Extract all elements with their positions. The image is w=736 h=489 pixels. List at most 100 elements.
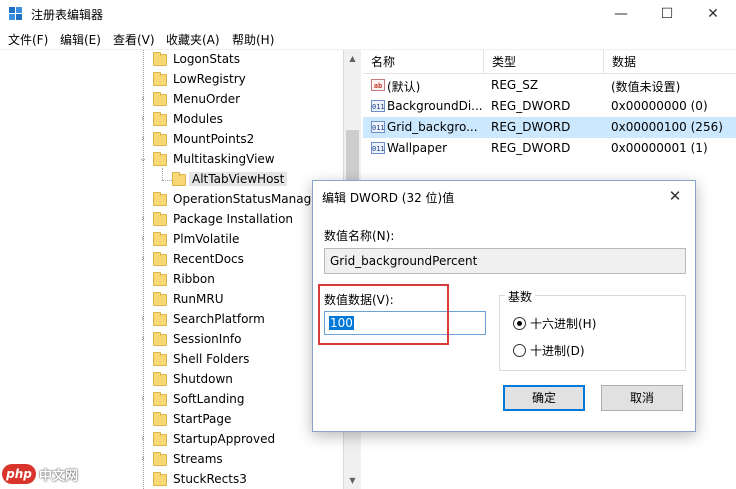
tree-item-label: AltTabViewHost bbox=[189, 172, 288, 186]
tree-item[interactable]: Ribbon bbox=[0, 270, 343, 290]
value-data: (数值未设置) bbox=[611, 80, 681, 94]
folder-icon bbox=[153, 72, 167, 86]
expand-icon bbox=[138, 373, 148, 385]
tree-item-label: StuckRects3 bbox=[173, 472, 247, 486]
tree-item[interactable]: › MenuOrder bbox=[0, 90, 343, 110]
expand-icon[interactable]: › bbox=[138, 213, 148, 225]
close-button[interactable]: ✕ bbox=[690, 0, 736, 28]
maximize-button[interactable]: ☐ bbox=[644, 0, 690, 28]
column-header-data[interactable]: 数据 bbox=[604, 50, 736, 74]
minimize-icon: — bbox=[614, 6, 628, 22]
tree-item[interactable]: › Package Installation bbox=[0, 210, 343, 230]
tree-item-label: Package Installation bbox=[173, 212, 294, 226]
tree-item-label: OperationStatusManag bbox=[173, 192, 312, 206]
folder-icon bbox=[153, 352, 167, 366]
scroll-up-icon[interactable]: ▲ bbox=[344, 50, 361, 67]
tree-item[interactable]: AltTabViewHost bbox=[0, 170, 343, 190]
tree-item[interactable]: › PlmVolatile bbox=[0, 230, 343, 250]
expand-icon[interactable]: › bbox=[138, 433, 148, 445]
tree-item[interactable]: ⌄ MultitaskingView bbox=[0, 150, 343, 170]
folder-icon bbox=[153, 252, 167, 266]
tree-item-label: Shutdown bbox=[173, 372, 233, 386]
expand-icon[interactable]: › bbox=[138, 333, 148, 345]
expand-icon[interactable]: › bbox=[138, 133, 148, 145]
tree-item-label: SessionInfo bbox=[173, 332, 242, 346]
tree-item[interactable]: RunMRU bbox=[0, 290, 343, 310]
radio-dec-icon[interactable] bbox=[513, 343, 526, 357]
value-row[interactable]: 011 BackgroundDi... REG_DWORD 0x00000000 (0… bbox=[363, 96, 736, 117]
radio-hex-icon[interactable] bbox=[513, 316, 526, 330]
registry-tree[interactable]: LogonStats LowRegistry › MenuOrder › Modules ›… bbox=[0, 50, 344, 489]
expand-icon bbox=[138, 473, 148, 485]
value-row[interactable]: ab (默认) REG_SZ (数值未设置) bbox=[363, 75, 736, 96]
maximize-icon: ☐ bbox=[660, 6, 674, 22]
menu-file[interactable]: 文件(F) bbox=[8, 31, 48, 48]
expand-icon[interactable]: › bbox=[138, 313, 148, 325]
value-name: BackgroundDi... bbox=[387, 99, 482, 113]
dialog-title-bar: 编辑 DWORD (32 位)值 ✕ bbox=[313, 181, 695, 212]
value-data-input[interactable]: 100 bbox=[324, 311, 486, 335]
value-data: 0x00000001 (1) bbox=[611, 141, 708, 155]
expand-icon[interactable]: › bbox=[138, 233, 148, 245]
scroll-down-icon[interactable]: ▼ bbox=[344, 472, 361, 489]
menu-edit[interactable]: 编辑(E) bbox=[60, 31, 101, 48]
watermark-logo: php bbox=[2, 464, 36, 484]
tree-item[interactable]: › SessionInfo bbox=[0, 330, 343, 350]
list-header: 名称 类型 数据 bbox=[363, 50, 736, 74]
value-row[interactable]: 011 Wallpaper REG_DWORD 0x00000001 (1) bbox=[363, 138, 736, 159]
tree-item[interactable]: › RecentDocs bbox=[0, 250, 343, 270]
tree-item[interactable]: › SearchPlatform bbox=[0, 310, 343, 330]
expand-icon bbox=[138, 73, 148, 85]
tree-item[interactable]: LowRegistry bbox=[0, 70, 343, 90]
value-name: (默认) bbox=[387, 80, 421, 94]
column-header-type[interactable]: 类型 bbox=[484, 50, 604, 74]
value-row[interactable]: 011 Grid_backgro... REG_DWORD 0x00000100 (2… bbox=[363, 117, 736, 138]
tree-item[interactable]: LogonStats bbox=[0, 50, 343, 70]
ok-button[interactable]: 确定 bbox=[503, 385, 585, 411]
menu-bar: 文件(F) 编辑(E) 查看(V) 收藏夹(A) 帮助(H) bbox=[0, 28, 736, 50]
expand-icon[interactable]: › bbox=[138, 453, 148, 465]
expand-icon[interactable]: › bbox=[138, 93, 148, 105]
collapse-icon[interactable]: ⌄ bbox=[138, 153, 148, 165]
tree-item-label: StartupApproved bbox=[173, 432, 276, 446]
expand-icon[interactable]: › bbox=[138, 393, 148, 405]
tree-item[interactable]: OperationStatusManag bbox=[0, 190, 343, 210]
tree-item[interactable]: › StartupApproved bbox=[0, 430, 343, 450]
expand-icon[interactable]: › bbox=[138, 113, 148, 125]
dialog-close-icon[interactable]: ✕ bbox=[663, 186, 687, 206]
folder-icon bbox=[153, 312, 167, 326]
menu-favorites[interactable]: 收藏夹(A) bbox=[166, 31, 220, 48]
edit-dword-dialog: 编辑 DWORD (32 位)值 ✕ 数值名称(N): Grid_backgro… bbox=[312, 180, 696, 432]
registry-editor-icon bbox=[9, 7, 22, 20]
folder-icon bbox=[153, 212, 167, 226]
folder-icon bbox=[153, 452, 167, 466]
tree-item-label: Modules bbox=[173, 112, 223, 126]
column-header-name[interactable]: 名称 bbox=[363, 50, 484, 74]
tree-item[interactable]: › SoftLanding bbox=[0, 390, 343, 410]
value-data: 0x00000000 (0) bbox=[611, 99, 708, 113]
value-data-text: 100 bbox=[329, 316, 354, 330]
tree-item[interactable]: › Modules bbox=[0, 110, 343, 130]
tree-item[interactable]: StartPage bbox=[0, 410, 343, 430]
menu-view[interactable]: 查看(V) bbox=[113, 31, 155, 48]
minimize-button[interactable]: — bbox=[598, 0, 644, 28]
watermark: php 中文网 bbox=[2, 462, 78, 486]
tree-item[interactable]: Shutdown bbox=[0, 370, 343, 390]
menu-help[interactable]: 帮助(H) bbox=[232, 31, 274, 48]
value-type: REG_SZ bbox=[491, 78, 539, 92]
folder-icon bbox=[153, 392, 167, 406]
cancel-button[interactable]: 取消 bbox=[601, 385, 683, 411]
tree-item[interactable]: › MountPoints2 bbox=[0, 130, 343, 150]
expand-icon bbox=[138, 353, 148, 365]
expand-icon bbox=[157, 173, 167, 185]
string-value-icon: ab bbox=[371, 79, 385, 91]
folder-icon bbox=[153, 92, 167, 106]
tree-item[interactable]: Shell Folders bbox=[0, 350, 343, 370]
value-name: Grid_backgro... bbox=[387, 120, 478, 134]
expand-icon[interactable]: › bbox=[138, 253, 148, 265]
radio-hexadecimal[interactable]: 十六进制(H) bbox=[513, 314, 596, 332]
radio-decimal[interactable]: 十进制(D) bbox=[513, 341, 585, 359]
expand-icon bbox=[138, 293, 148, 305]
folder-icon bbox=[153, 272, 167, 286]
folder-icon bbox=[153, 112, 167, 126]
